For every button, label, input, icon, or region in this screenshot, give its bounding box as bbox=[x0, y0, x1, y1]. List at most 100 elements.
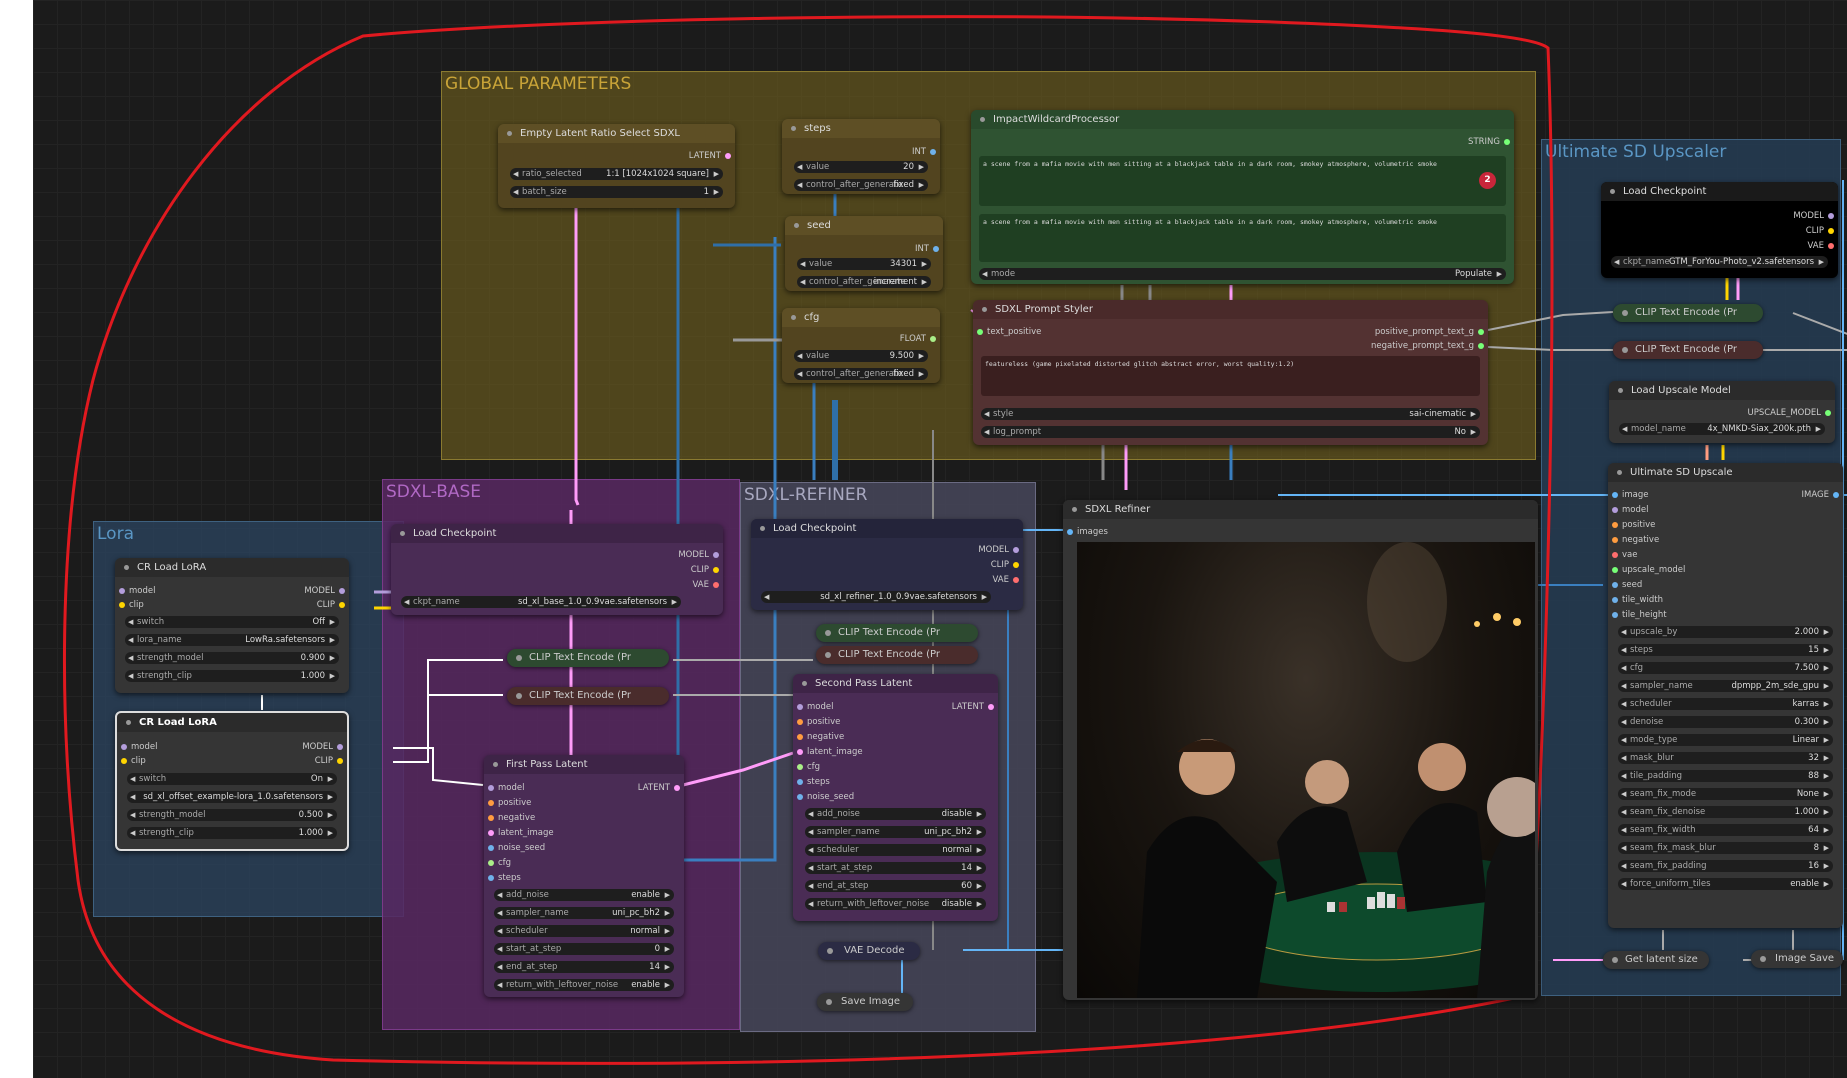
input-socket[interactable] bbox=[797, 779, 803, 785]
arrow-right-icon[interactable]: ▶ bbox=[328, 791, 333, 803]
arrow-left-icon[interactable]: ◀ bbox=[130, 809, 135, 821]
sampler-name-widget[interactable]: ◀ sampler_name uni_pc_bh2 ▶ bbox=[494, 907, 674, 919]
ultimate-sd-upscale-node[interactable]: Ultimate SD Upscale IMAGE image model po… bbox=[1608, 463, 1843, 928]
collapse-dot-icon[interactable] bbox=[126, 720, 131, 725]
output-socket[interactable] bbox=[725, 153, 731, 159]
arrow-left-icon[interactable]: ◀ bbox=[808, 808, 813, 820]
ratio-selected-widget[interactable]: ◀ ratio_selected 1:1 [1024x1024 square] ▶ bbox=[510, 168, 723, 180]
arrow-left-icon[interactable]: ◀ bbox=[130, 791, 135, 803]
arrow-left-icon[interactable]: ◀ bbox=[808, 898, 813, 910]
arrow-left-icon[interactable]: ◀ bbox=[497, 979, 502, 991]
arrow-right-icon[interactable]: ▶ bbox=[1824, 680, 1829, 692]
collapse-dot-icon[interactable] bbox=[791, 126, 796, 131]
first-pass-latent-node[interactable]: First Pass Latent LATENT model positive … bbox=[484, 755, 684, 997]
populated-text-output[interactable]: a scene from a mafia movie with men sitt… bbox=[979, 214, 1506, 262]
output-socket[interactable] bbox=[1478, 343, 1484, 349]
collapse-dot-icon[interactable] bbox=[1072, 507, 1077, 512]
arrow-left-icon[interactable]: ◀ bbox=[1621, 824, 1626, 836]
arrow-right-icon[interactable]: ▶ bbox=[665, 979, 670, 991]
arrow-left-icon[interactable]: ◀ bbox=[1622, 423, 1627, 435]
return-with-leftover-noise-widget[interactable]: ◀ return_with_leftover_noise disable ▶ bbox=[805, 898, 986, 910]
second-pass-latent-node[interactable]: Second Pass Latent LATENT model positive… bbox=[793, 674, 998, 921]
ckpt-name-widget[interactable]: ◀ sd_xl_refiner_1.0_0.9vae.safetensors ▶ bbox=[761, 591, 991, 603]
output-socket[interactable] bbox=[1825, 410, 1831, 416]
arrow-right-icon[interactable]: ▶ bbox=[1471, 426, 1476, 438]
node-header[interactable]: ImpactWildcardProcessor bbox=[971, 110, 1514, 129]
output-socket[interactable] bbox=[930, 149, 936, 155]
control-after-generate-widget[interactable]: ◀ control_after_generate increment ▶ bbox=[797, 276, 931, 288]
arrow-left-icon[interactable]: ◀ bbox=[1621, 626, 1626, 638]
style-widget[interactable]: ◀ style sai-cinematic ▶ bbox=[981, 408, 1480, 420]
arrow-right-icon[interactable]: ▶ bbox=[919, 161, 924, 173]
output-socket[interactable] bbox=[337, 744, 343, 750]
output-socket[interactable] bbox=[713, 582, 719, 588]
strength-model-widget[interactable]: ◀ strength_model 0.900 ▶ bbox=[125, 652, 339, 664]
arrow-left-icon[interactable]: ◀ bbox=[808, 862, 813, 874]
arrow-left-icon[interactable]: ◀ bbox=[513, 168, 518, 180]
arrow-left-icon[interactable]: ◀ bbox=[808, 844, 813, 856]
arrow-right-icon[interactable]: ▶ bbox=[330, 652, 335, 664]
arrow-left-icon[interactable]: ◀ bbox=[128, 652, 133, 664]
model-name-widget[interactable]: ◀ model_name 4x_NMKD-Siax_200k.pth ▶ bbox=[1619, 423, 1825, 435]
arrow-right-icon[interactable]: ▶ bbox=[977, 808, 982, 820]
seam-fix-mode-widget[interactable]: ◀ seam_fix_mode None ▶ bbox=[1618, 788, 1833, 800]
arrow-right-icon[interactable]: ▶ bbox=[1824, 716, 1829, 728]
ckpt-name-widget[interactable]: ◀ ckpt_name GTM_ForYou-Photo_v2.safetensor… bbox=[1611, 256, 1828, 268]
node-header[interactable]: steps bbox=[782, 119, 940, 138]
steps-node[interactable]: steps INT ◀ value 20 ▶ ◀ control_after_gener… bbox=[782, 119, 940, 194]
save-image-node[interactable]: Save Image bbox=[817, 993, 913, 1011]
arrow-right-icon[interactable]: ▶ bbox=[665, 961, 670, 973]
arrow-left-icon[interactable]: ◀ bbox=[808, 826, 813, 838]
collapse-dot-icon[interactable] bbox=[1612, 957, 1618, 963]
node-header[interactable]: Second Pass Latent bbox=[793, 674, 998, 693]
negative-text-input[interactable]: featureless (game pixelated distorted gl… bbox=[981, 356, 1480, 396]
mode-widget[interactable]: ◀ mode Populate ▶ bbox=[979, 268, 1506, 280]
collapse-dot-icon[interactable] bbox=[791, 315, 796, 320]
arrow-left-icon[interactable]: ◀ bbox=[497, 889, 502, 901]
arrow-right-icon[interactable]: ▶ bbox=[330, 616, 335, 628]
wildcard-text-input[interactable]: a scene from a mafia movie with men sitt… bbox=[979, 156, 1506, 206]
collapse-dot-icon[interactable] bbox=[980, 117, 985, 122]
output-socket[interactable] bbox=[933, 246, 939, 252]
ckpt-name-widget[interactable]: ◀ ckpt_name sd_xl_base_1.0_0.9vae.safetens… bbox=[401, 596, 681, 608]
arrow-right-icon[interactable]: ▶ bbox=[665, 889, 670, 901]
node-header[interactable]: CR Load LoRA bbox=[117, 713, 347, 732]
clip-text-encode-upscale-negative[interactable]: CLIP Text Encode (Pr bbox=[1613, 341, 1763, 359]
control-after-generate-widget[interactable]: ◀ control_after_generate fixed ▶ bbox=[794, 179, 928, 191]
refiner-load-checkpoint-node[interactable]: Load Checkpoint MODEL CLIP VAE ◀ sd_xl_re… bbox=[751, 519, 1023, 610]
arrow-left-icon[interactable]: ◀ bbox=[1621, 860, 1626, 872]
scheduler-widget[interactable]: ◀ scheduler normal ▶ bbox=[805, 844, 986, 856]
collapse-dot-icon[interactable] bbox=[802, 681, 807, 686]
input-socket[interactable] bbox=[1612, 492, 1618, 498]
arrow-left-icon[interactable]: ◀ bbox=[497, 961, 502, 973]
arrow-right-icon[interactable]: ▶ bbox=[665, 907, 670, 919]
node-graph-canvas[interactable]: GLOBAL PARAMETERS Lora SDXL-BASE SDXL-RE… bbox=[33, 0, 1847, 1078]
arrow-right-icon[interactable]: ▶ bbox=[919, 350, 924, 362]
arrow-right-icon[interactable]: ▶ bbox=[922, 276, 927, 288]
output-socket[interactable] bbox=[713, 567, 719, 573]
input-socket[interactable] bbox=[797, 704, 803, 710]
collapse-dot-icon[interactable] bbox=[760, 526, 765, 531]
output-socket[interactable] bbox=[1478, 329, 1484, 335]
scheduler-widget[interactable]: ◀ scheduler karras ▶ bbox=[1618, 698, 1833, 710]
arrow-left-icon[interactable]: ◀ bbox=[982, 268, 987, 280]
input-socket[interactable] bbox=[1612, 507, 1618, 513]
load-upscale-model-node[interactable]: Load Upscale Model UPSCALE_MODEL ◀ model_… bbox=[1609, 381, 1835, 443]
collapse-dot-icon[interactable] bbox=[1760, 956, 1766, 962]
strength-clip-widget[interactable]: ◀ strength_clip 1.000 ▶ bbox=[125, 670, 339, 682]
seed-node[interactable]: seed INT ◀ value 34301 ▶ ◀ control_after_gen… bbox=[785, 216, 943, 291]
arrow-left-icon[interactable]: ◀ bbox=[513, 186, 518, 198]
strength-clip-widget[interactable]: ◀ strength_clip 1.000 ▶ bbox=[127, 827, 337, 839]
lora-name-widget[interactable]: ◀ sd_xl_offset_example-lora_1.0.safetenso… bbox=[127, 791, 337, 803]
arrow-right-icon[interactable]: ▶ bbox=[977, 862, 982, 874]
value-widget[interactable]: ◀ value 9.500 ▶ bbox=[794, 350, 928, 362]
arrow-left-icon[interactable]: ◀ bbox=[797, 179, 802, 191]
arrow-right-icon[interactable]: ▶ bbox=[1816, 423, 1821, 435]
arrow-left-icon[interactable]: ◀ bbox=[1614, 256, 1619, 268]
output-socket[interactable] bbox=[339, 588, 345, 594]
arrow-left-icon[interactable]: ◀ bbox=[128, 670, 133, 682]
output-socket[interactable] bbox=[1504, 139, 1510, 145]
input-socket[interactable] bbox=[797, 734, 803, 740]
arrow-left-icon[interactable]: ◀ bbox=[1621, 716, 1626, 728]
sampler-name-widget[interactable]: ◀ sampler_name uni_pc_bh2 ▶ bbox=[805, 826, 986, 838]
